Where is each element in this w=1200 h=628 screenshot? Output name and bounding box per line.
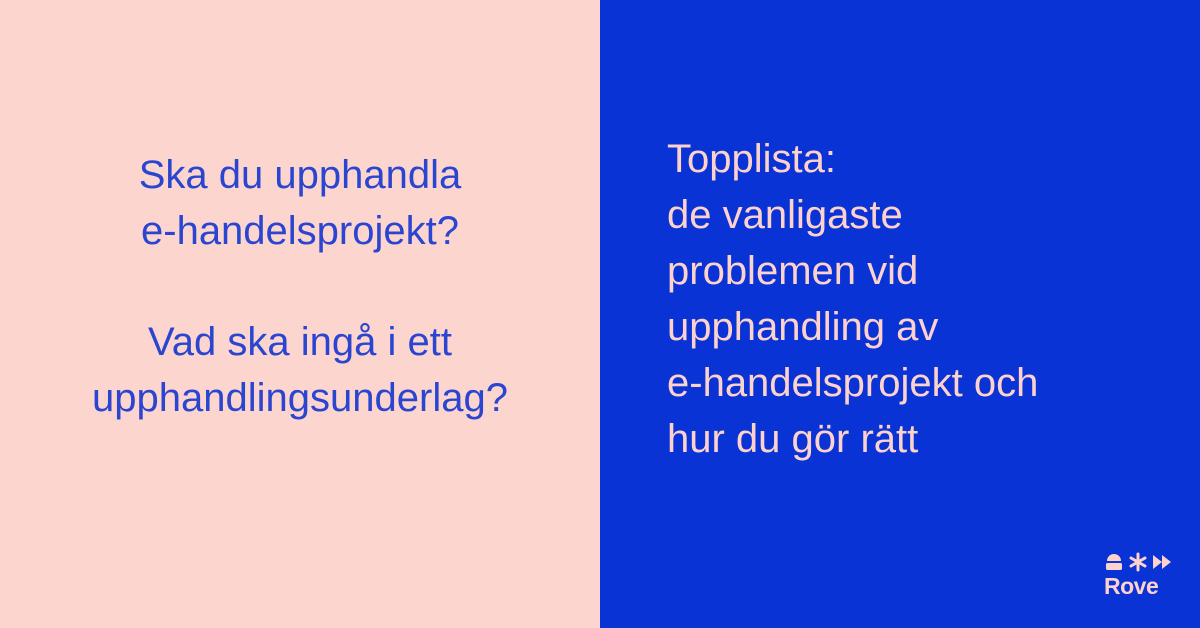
person-icon	[1106, 554, 1122, 570]
question-1-line-2: e-handelsprojekt?	[141, 209, 459, 253]
rove-logo: Rove	[1104, 552, 1176, 604]
question-2: Vad ska ingå i ett upphandlingsunderlag?	[0, 314, 600, 426]
social-card: Ska du upphandla e-handelsprojekt? Vad s…	[0, 0, 1200, 628]
headline-line-3: problemen vid	[667, 249, 919, 293]
right-panel: Topplista: de vanligaste problemen vid u…	[600, 0, 1200, 628]
question-1-line-1: Ska du upphandla	[138, 153, 462, 197]
question-1: Ska du upphandla e-handelsprojekt?	[0, 147, 600, 259]
asterisk-icon	[1129, 552, 1147, 572]
headline-line-1: Topplista:	[667, 137, 836, 181]
headline-line-6: hur du gör rätt	[667, 417, 919, 461]
logo-icons	[1104, 552, 1176, 572]
headline-line-4: upphandling av	[667, 305, 939, 349]
headline: Topplista: de vanligaste problemen vid u…	[667, 131, 1038, 467]
left-panel: Ska du upphandla e-handelsprojekt? Vad s…	[0, 0, 600, 628]
question-2-line-2: upphandlingsunderlag?	[92, 376, 508, 420]
logo-wordmark: Rove	[1104, 573, 1159, 599]
fast-forward-icon	[1153, 555, 1171, 569]
headline-line-2: de vanligaste	[667, 193, 903, 237]
question-2-line-1: Vad ska ingå i ett	[148, 320, 452, 364]
headline-line-5: e-handelsprojekt och	[667, 361, 1039, 405]
